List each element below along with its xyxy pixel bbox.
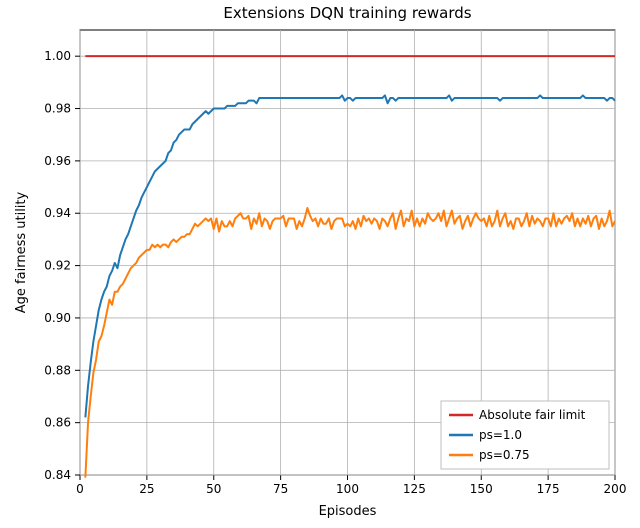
y-tick-label: 0.96: [44, 154, 71, 168]
x-axis-label: Episodes: [319, 504, 377, 519]
series-line: [85, 95, 615, 417]
y-tick-label: 0.94: [44, 206, 71, 220]
legend-label: ps=0.75: [479, 448, 530, 462]
y-tick-label: 1.00: [44, 49, 71, 63]
chart-title: Extensions DQN training rewards: [223, 4, 471, 22]
legend-label: Absolute fair limit: [479, 408, 586, 422]
chart-container: 0 25 50 75 100 125 150 175 200 0.84 0.86 0.88 0.90 0.…: [0, 0, 640, 528]
chart-svg: 0 25 50 75 100 125 150 175 200 0.84 0.86 0.88 0.90 0.…: [0, 0, 640, 528]
y-tick-label: 0.92: [44, 259, 71, 273]
x-tick-label: 175: [537, 482, 560, 496]
y-tick-label: 0.86: [44, 416, 71, 430]
legend-label: ps=1.0: [479, 428, 522, 442]
x-tick-label: 50: [206, 482, 221, 496]
x-tick-label: 0: [76, 482, 84, 496]
y-tick-label: 0.88: [44, 363, 71, 377]
x-tick-label: 75: [273, 482, 288, 496]
x-tick-label: 125: [403, 482, 426, 496]
x-tick-label: 200: [604, 482, 627, 496]
y-tick-label: 0.90: [44, 311, 71, 325]
y-tick-label: 0.98: [44, 102, 71, 116]
x-tick-label: 150: [470, 482, 493, 496]
y-tick-label: 0.84: [44, 468, 71, 482]
y-axis-label: Age fairness utility: [14, 191, 29, 313]
x-tick-label: 25: [139, 482, 154, 496]
x-tick-label: 100: [336, 482, 359, 496]
